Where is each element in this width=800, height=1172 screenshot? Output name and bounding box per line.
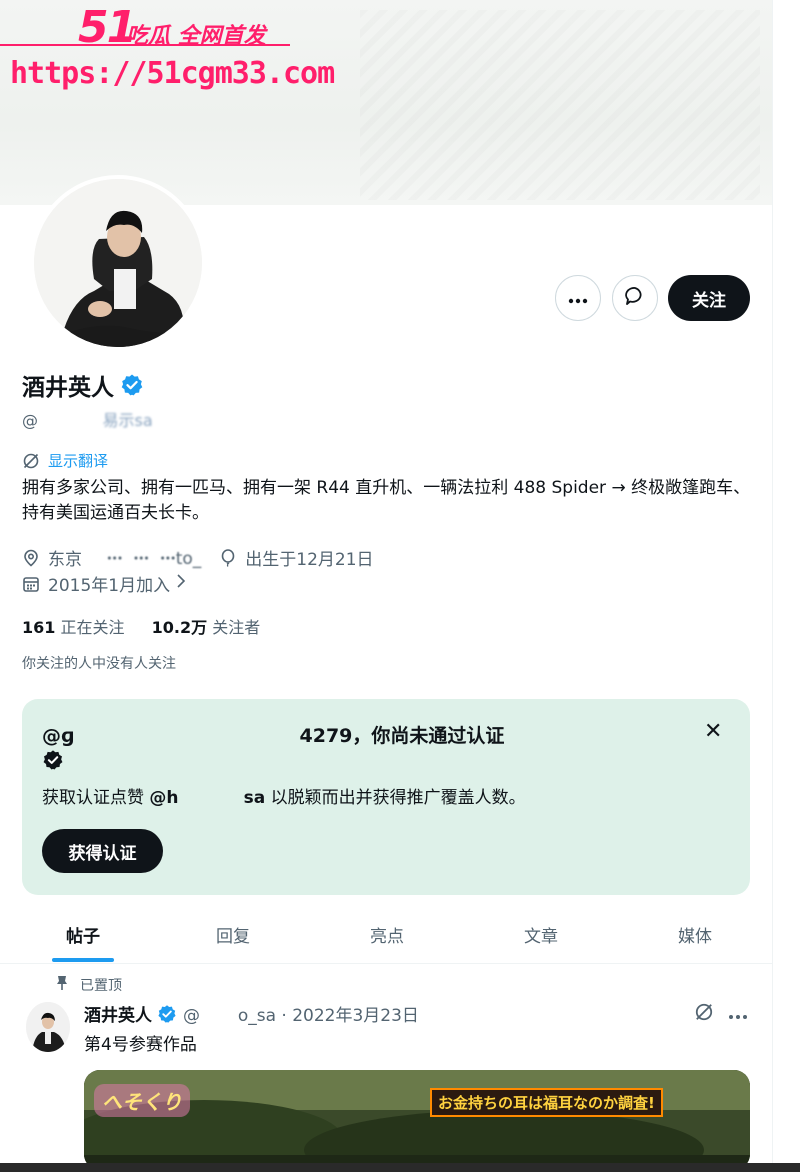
tab-media[interactable]: 媒体	[618, 905, 772, 963]
pinned-label: 已置顶	[80, 978, 122, 994]
handle-obscured: 易示sa	[72, 411, 153, 430]
profile-name: 酒井英人	[22, 375, 114, 401]
tab-articles[interactable]: 文章	[464, 905, 618, 963]
followed-by-note: 你关注的人中没有人关注	[22, 656, 176, 672]
post-text: 第4号参赛作品	[84, 1035, 197, 1055]
profile-page: 51 吃瓜 全网首发 https://51cgm33.com 关注 酒井英人 @…	[0, 0, 773, 1165]
follow-button[interactable]: 关注	[668, 275, 750, 321]
avatar-person-illustration	[34, 179, 202, 347]
media-show-logo: へそくり	[94, 1084, 190, 1117]
location-pin-icon	[22, 549, 40, 567]
following-label: 正在关注	[60, 618, 125, 637]
joined-row: 2015年1月加入	[22, 571, 186, 596]
following-count: 161	[22, 618, 56, 637]
tab-posts[interactable]: 帖子	[6, 905, 160, 963]
profile-avatar[interactable]	[30, 175, 206, 351]
profile-tabs: 帖子 回复 亮点 文章 媒体	[0, 905, 772, 964]
media-caption: お金持ちの耳は福耳なのか調査!	[430, 1088, 663, 1117]
active-tab-indicator	[52, 958, 114, 962]
birthday-text: 出生于12月21日	[245, 550, 374, 570]
watermark-url: https://51cgm33.com	[10, 56, 335, 91]
pin-icon	[56, 975, 68, 995]
watermark: 51 吃瓜 全网首发 https://51cgm33.com	[0, 0, 335, 100]
followers-link[interactable]: 10.2万 关注者	[152, 618, 261, 637]
post-header: 酒井英人 @ o_sa · 2022年3月23日	[84, 1001, 419, 1026]
following-link[interactable]: 161 正在关注	[22, 618, 125, 637]
translate-icon	[22, 452, 40, 470]
more-button[interactable]	[555, 275, 601, 321]
watermark-divider	[0, 44, 290, 46]
verification-prompt-card: @ɡ 4279，你尚未通过认证 ✕ 获取认证点赞 @h sa 以脱颖而出并获得推…	[22, 699, 750, 895]
chevron-right-icon[interactable]	[176, 573, 186, 594]
post-verified-badge-icon	[157, 1004, 177, 1024]
verified-check-icon	[42, 749, 64, 771]
location-text: 东京	[48, 550, 82, 570]
calendar-icon	[22, 575, 40, 593]
birthday-balloon-icon	[219, 548, 237, 567]
right-gutter	[773, 0, 800, 1165]
verified-badge-icon[interactable]	[120, 373, 144, 397]
pinned-label-row: 已置顶	[56, 975, 122, 995]
followers-label: 关注者	[212, 618, 261, 637]
follow-counts: 161 正在关注 10.2万 关注者	[22, 614, 260, 638]
translate-link[interactable]: 显示翻译	[22, 450, 108, 471]
followers-count: 10.2万	[151, 618, 208, 637]
profile-bio: 拥有多家公司、拥有一匹马、拥有一架 R44 直升机、一辆法拉利 488 Spid…	[22, 478, 751, 523]
website-link[interactable]: ꞏꞏꞏ ꞏꞏꞏ ꞏꞏꞏto_	[96, 546, 201, 569]
bottom-bar	[0, 1163, 800, 1172]
verify-card-title: @ɡ 4279，你尚未通过认证	[42, 725, 505, 747]
handle-prefix: @	[22, 411, 38, 430]
profile-handle: @ 易示sa	[22, 407, 153, 431]
tab-highlights[interactable]: 亮点	[310, 905, 464, 963]
banner-texture	[360, 10, 760, 200]
verify-card-description: 获取认证点赞 @h sa 以脱颖而出并获得推广覆盖人数。	[42, 783, 526, 808]
close-icon[interactable]: ✕	[704, 719, 722, 744]
grok-translate-icon[interactable]	[694, 1002, 714, 1026]
post-avatar-illustration	[26, 1002, 70, 1052]
joined-text: 2015年1月加入	[48, 576, 171, 596]
more-dots-icon	[568, 289, 588, 308]
post-handle-date[interactable]: @ o_sa · 2022年3月23日	[183, 1001, 419, 1026]
get-verified-button[interactable]: 获得认证	[42, 829, 163, 873]
translate-label: 显示翻译	[48, 452, 109, 470]
tab-replies[interactable]: 回复	[156, 905, 310, 963]
verify-desc-suffix: 以脱颖而出并获得推广覆盖人数。	[270, 788, 526, 808]
post-author-avatar[interactable]	[26, 1002, 70, 1052]
post-tools	[694, 1002, 748, 1026]
verify-desc-prefix: 获取认证点赞	[42, 788, 144, 808]
profile-name-row: 酒井英人	[22, 368, 144, 402]
post-media-image[interactable]: へそくり お金持ちの耳は福耳なのか調査!	[84, 1070, 750, 1165]
message-bubble-icon	[624, 285, 646, 311]
profile-meta-row: 东京 ꞏꞏꞏ ꞏꞏꞏ ꞏꞏꞏto_ 出生于12月21日	[22, 545, 374, 570]
post-author-name[interactable]: 酒井英人	[84, 1001, 152, 1026]
post-more-icon[interactable]	[728, 1005, 748, 1024]
message-button[interactable]	[612, 275, 658, 321]
verify-desc-handle: @h sa	[149, 788, 266, 808]
